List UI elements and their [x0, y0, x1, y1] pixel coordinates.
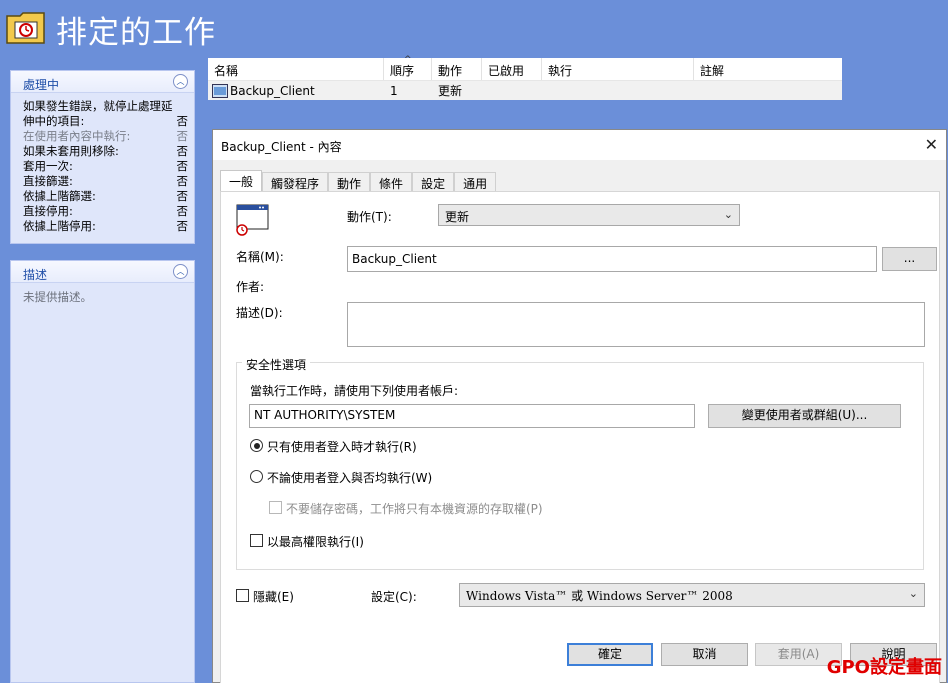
account-prompt: 當執行工作時，請使用下列使用者帳戶: [250, 384, 459, 398]
name-field[interactable]: Backup_Client [347, 246, 877, 272]
tab-settings[interactable]: 設定 [412, 172, 455, 192]
dialog-title: Backup_Client - 內容 [221, 140, 342, 154]
user-account-field[interactable]: NT AUTHORITY\SYSTEM [249, 404, 695, 428]
processing-row-label: 依據上階停用: [23, 219, 96, 233]
processing-row: 直接停用: 否 [23, 204, 188, 219]
processing-row-label: 如果未套用則移除: [23, 144, 119, 158]
column-enabled[interactable]: 已啟用 [482, 58, 542, 80]
general-tab-panel: 動作(T): 更新 ⌄ 名稱(M): Backup_Client ... 作者:… [220, 191, 940, 683]
collapse-chevron-icon[interactable]: ︿ [173, 74, 188, 89]
processing-row: 依據上階篩選: 否 [23, 189, 188, 204]
processing-pane-header[interactable]: 處理中 ︿ [11, 71, 194, 93]
run-only-logged-on-radio[interactable] [250, 439, 263, 452]
run-whether-logged-on-label: 不論使用者登入與否均執行(W) [267, 471, 433, 485]
description-pane-title: 描述 [23, 268, 48, 282]
processing-row-value: 否 [176, 144, 189, 158]
processing-row: 如果未套用則移除: 否 [23, 144, 188, 159]
header-bar: 排定的工作 [0, 0, 948, 58]
author-label: 作者: [236, 280, 265, 294]
sort-ascending-icon: ^ [404, 55, 412, 65]
task-window-icon [236, 204, 269, 236]
security-group-title: 安全性選項 [242, 356, 311, 373]
processing-pane: 處理中 ︿ 如果發生錯誤，就停止處理延伸中的項目: 否在使用者內容中執行: 否如果未… [10, 70, 195, 244]
column-action[interactable]: 動作 [432, 58, 482, 80]
processing-pane-title: 處理中 [23, 78, 60, 92]
configure-label: 設定(C): [371, 590, 417, 604]
table-row[interactable]: Backup_Client 1 更新 [208, 81, 842, 100]
change-user-button[interactable]: 變更使用者或群組(U)... [708, 404, 901, 428]
processing-row-label: 依據上階篩選: [23, 189, 96, 203]
action-value: 更新 [445, 210, 470, 224]
scheduled-tasks-folder-icon [6, 12, 45, 44]
name-label: 名稱(M): [236, 250, 284, 264]
column-comment[interactable]: 註解 [694, 58, 842, 80]
processing-row-label: 在使用者內容中執行: [23, 129, 131, 143]
run-only-logged-on-label: 只有使用者登入時才執行(R) [267, 440, 417, 454]
configure-value: Windows Vista™ 或 Windows Server™ 2008 [466, 589, 733, 603]
dialog-titlebar: Backup_Client - 內容 ✕ [213, 130, 946, 160]
task-action: 更新 [438, 84, 463, 98]
processing-row-label: 如果發生錯誤，就停止處理延伸中的項目: [23, 99, 173, 128]
processing-row: 套用一次: 否 [23, 159, 188, 174]
highest-privileges-checkbox[interactable] [250, 534, 263, 547]
highest-privileges-label: 以最高權限執行(I) [267, 535, 364, 549]
page-title: 排定的工作 [56, 15, 216, 51]
processing-row-value: 否 [176, 204, 189, 218]
task-item-icon [212, 83, 228, 98]
tab-strip: 一般 觸發程序 動作 條件 設定 通用 [220, 170, 497, 192]
processing-row-label: 套用一次: [23, 159, 73, 173]
processing-row-value: 否 [176, 174, 189, 188]
processing-row-value: 否 [176, 129, 189, 143]
watermark-label: GPO設定畫面 [826, 657, 942, 678]
tab-general[interactable]: 一般 [220, 170, 263, 192]
action-combobox[interactable]: 更新 ⌄ [438, 204, 740, 226]
run-whether-logged-on-radio[interactable] [250, 470, 263, 483]
list-header: ^ 名稱 順序 動作 已啟用 執行 註解 [208, 55, 842, 81]
processing-row-label: 直接篩選: [23, 174, 73, 188]
chevron-down-icon: ⌄ [908, 587, 918, 600]
cancel-button[interactable]: 取消 [661, 643, 748, 666]
description-pane: 描述 ︿ 未提供描述。 [10, 260, 195, 683]
description-pane-header[interactable]: 描述 ︿ [11, 261, 194, 283]
close-icon[interactable]: ✕ [925, 135, 938, 154]
processing-row: 在使用者內容中執行: 否 [23, 129, 188, 144]
ok-button[interactable]: 確定 [567, 643, 653, 666]
action-label: 動作(T): [347, 210, 392, 224]
tab-actions[interactable]: 動作 [328, 172, 371, 192]
task-order: 1 [390, 83, 398, 98]
hidden-checkbox[interactable] [236, 589, 249, 602]
processing-pane-body: 如果發生錯誤，就停止處理延伸中的項目: 否在使用者內容中執行: 否如果未套用則移除:… [11, 93, 194, 238]
processing-row-value: 否 [176, 219, 189, 233]
chevron-down-icon: ⌄ [723, 208, 733, 221]
description-field[interactable] [347, 302, 925, 347]
task-name: Backup_Client [230, 83, 315, 98]
properties-dialog: Backup_Client - 內容 ✕ 一般 觸發程序 動作 條件 設定 通用… [212, 129, 947, 683]
description-label: 描述(D): [236, 306, 283, 320]
description-text: 未提供描述。 [23, 290, 92, 304]
processing-row: 如果發生錯誤，就停止處理延伸中的項目: 否 [23, 99, 188, 129]
processing-row-value: 否 [176, 159, 189, 173]
column-run[interactable]: 執行 [542, 58, 694, 80]
do-not-store-password-checkbox[interactable] [269, 501, 282, 514]
do-not-store-password-label: 不要儲存密碼，工作將只有本機資源的存取權(P) [286, 502, 543, 516]
browse-button[interactable]: ... [882, 247, 937, 271]
column-name[interactable]: 名稱 [208, 58, 384, 80]
tab-conditions[interactable]: 條件 [370, 172, 413, 192]
processing-row-value: 否 [176, 114, 189, 128]
tab-common[interactable]: 通用 [454, 172, 497, 192]
processing-row: 直接篩選: 否 [23, 174, 188, 189]
collapse-chevron-icon[interactable]: ︿ [173, 264, 188, 279]
hidden-label: 隱藏(E) [253, 590, 294, 604]
processing-row-value: 否 [176, 189, 189, 203]
tab-triggers[interactable]: 觸發程序 [262, 172, 329, 192]
configure-for-combobox[interactable]: Windows Vista™ 或 Windows Server™ 2008 ⌄ [459, 583, 925, 607]
processing-row: 依據上階停用: 否 [23, 219, 188, 234]
task-list: ^ 名稱 順序 動作 已啟用 執行 註解 Backup_Client 1 更新 [208, 55, 842, 100]
processing-row-label: 直接停用: [23, 204, 73, 218]
